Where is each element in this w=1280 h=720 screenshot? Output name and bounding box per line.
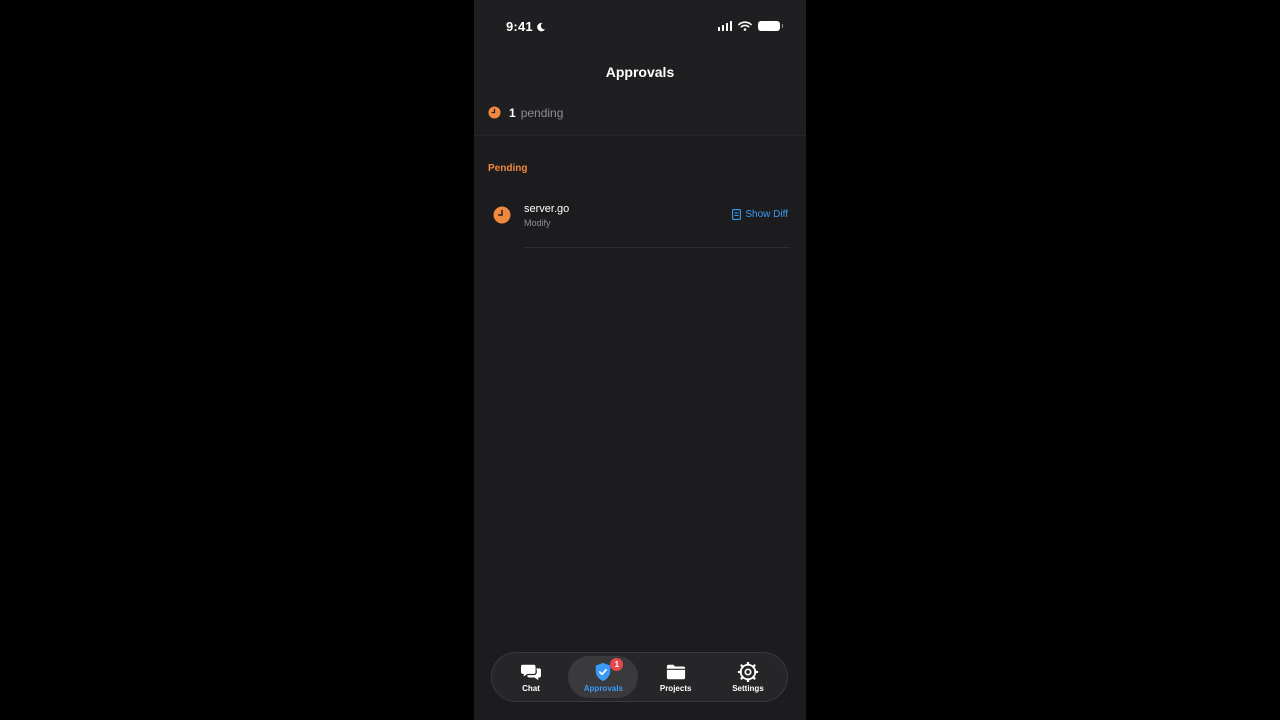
pending-summary: 1 pending <box>474 90 806 136</box>
approvals-badge: 1 <box>610 658 624 671</box>
gear-icon <box>737 661 759 682</box>
clock-icon <box>493 206 511 224</box>
folder-icon <box>666 664 685 679</box>
tab-label: Projects <box>659 683 692 693</box>
cellular-signal-icon <box>717 21 732 31</box>
status-time: 9:41 <box>506 19 533 34</box>
wifi-icon <box>738 21 752 31</box>
chat-bubbles-icon <box>521 664 541 680</box>
tab-settings[interactable]: Settings <box>713 656 783 698</box>
tab-label: Approvals <box>583 683 623 693</box>
page-title: Approvals <box>605 64 675 80</box>
tab-projects[interactable]: Projects <box>641 656 711 698</box>
show-diff-button[interactable]: Show Diff <box>732 209 788 220</box>
tab-label: Settings <box>732 683 764 693</box>
status-bar: 9:41 <box>474 0 806 54</box>
moon-icon <box>537 22 545 31</box>
show-diff-label: Show Diff <box>745 209 788 220</box>
approval-row[interactable]: server.go Modify Show Diff <box>474 193 806 248</box>
phone-screen: 9:41 Approvals 1 pending Pending server.… <box>474 0 806 720</box>
pending-label: pending <box>520 105 564 120</box>
nav-header: Approvals <box>474 54 806 90</box>
row-divider <box>524 247 790 248</box>
tab-chat[interactable]: Chat <box>496 656 566 698</box>
approval-file-name: server.go <box>524 203 570 215</box>
clock-icon <box>488 106 501 119</box>
approvals-list: Pending server.go Modify Show Diff <box>474 137 806 720</box>
pending-count: 1 <box>509 105 516 120</box>
document-icon <box>732 209 742 220</box>
approval-action: Modify <box>524 218 551 228</box>
tab-label: Chat <box>522 683 540 693</box>
section-header-pending: Pending <box>488 163 528 174</box>
tab-approvals[interactable]: 1 Approvals <box>568 656 639 698</box>
tab-bar: Chat 1 Approvals Projects Settings <box>491 652 788 702</box>
battery-icon <box>758 21 783 31</box>
